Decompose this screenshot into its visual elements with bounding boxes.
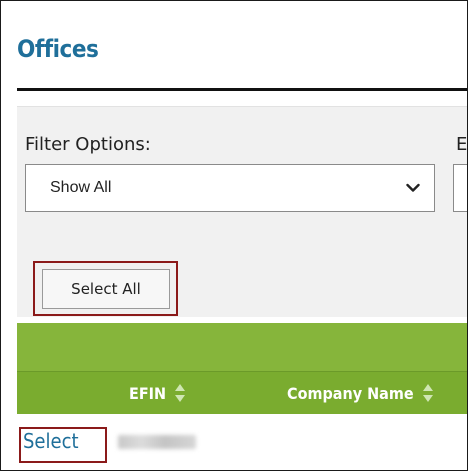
title-divider xyxy=(17,88,467,91)
grid-toolbar-band xyxy=(17,323,467,371)
filter-options-label: Filter Options: xyxy=(25,134,151,155)
second-filter-input[interactable] xyxy=(453,164,467,212)
sort-icon xyxy=(175,384,186,402)
efin-value-obscured xyxy=(118,435,196,449)
page-title: Offices xyxy=(17,35,99,63)
filter-options-dropdown[interactable]: Show All xyxy=(25,164,435,212)
page-header: Offices xyxy=(17,29,467,69)
column-header-efin[interactable]: EFIN xyxy=(129,372,186,414)
column-header-company-name-label: Company Name xyxy=(287,383,414,403)
select-all-button[interactable]: Select All xyxy=(42,269,170,309)
sort-icon xyxy=(422,384,433,402)
second-filter-label: E xyxy=(456,134,468,155)
filter-options-value: Show All xyxy=(50,179,112,196)
column-header-company-name[interactable]: Company Name xyxy=(287,372,434,414)
offices-window: Offices Filter Options: E Show All Selec… xyxy=(0,0,468,471)
column-header-efin-label: EFIN xyxy=(129,383,167,403)
chevron-down-icon xyxy=(406,183,420,192)
grid-header-row: EFIN Company Name xyxy=(17,371,467,414)
row-select-link[interactable]: Select xyxy=(23,429,79,453)
